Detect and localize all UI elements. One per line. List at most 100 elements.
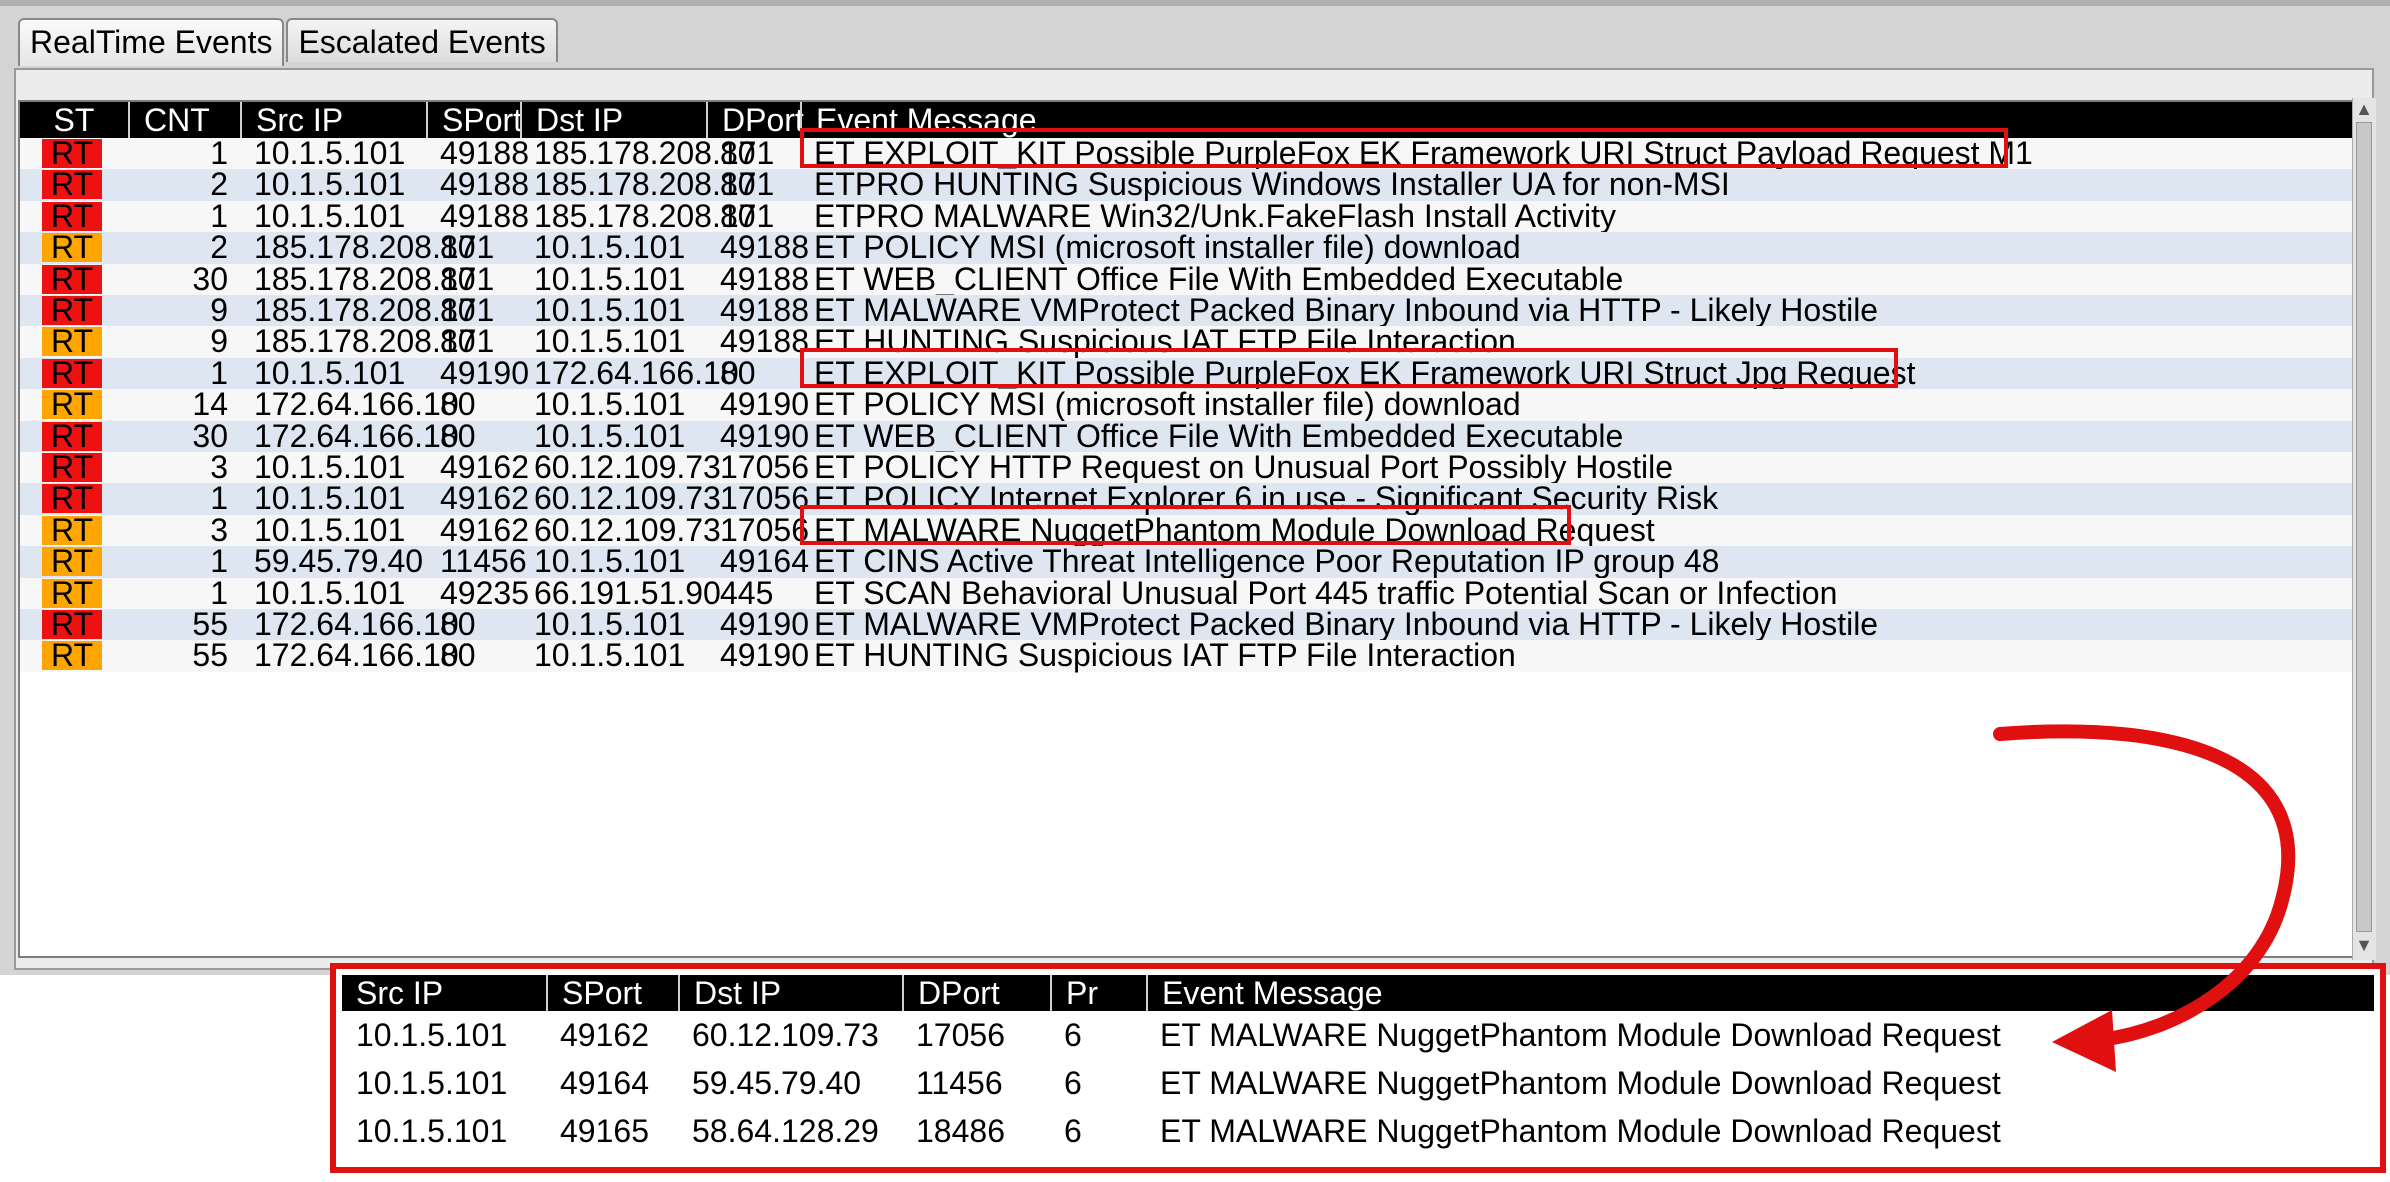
cell-dst-ip: 10.1.5.101 <box>534 260 686 297</box>
cell-event-message: ET POLICY HTTP Request on Unusual Port P… <box>814 449 1674 485</box>
scroll-down-icon[interactable]: ▼ <box>2353 934 2375 956</box>
scroll-up-icon[interactable]: ▲ <box>2353 98 2375 120</box>
table-row[interactable]: RT 55 172.64.166.10 80 10.1.5.101 49190 ET MAL… <box>20 606 2352 642</box>
status-badge: RT <box>42 420 102 452</box>
column-header-dst-ip[interactable]: Dst IP <box>520 102 706 138</box>
cell-src-ip: 10.1.5.101 <box>254 354 406 391</box>
table-row[interactable]: RT 2 10.1.5.101 49188 185.178.208.171 80 ETPRO… <box>20 166 2352 203</box>
cell-event-message: ET SCAN Behavioral Unusual Port 445 traf… <box>814 574 1838 611</box>
cell-sport: 49162 <box>440 449 529 485</box>
status-badge: RT <box>42 200 102 232</box>
cell-dport: 49164 <box>720 543 809 580</box>
cell-dport: 80 <box>720 166 756 203</box>
cell-cnt: 1 <box>210 543 228 580</box>
inset-column-header-sport[interactable]: SPort <box>546 975 678 1011</box>
inset-cell-pr: 6 <box>1064 1113 1082 1149</box>
cell-cnt: 2 <box>210 166 228 203</box>
cell-sport: 80 <box>440 386 476 423</box>
cell-sport: 80 <box>440 323 476 360</box>
scroll-thumb[interactable] <box>2356 122 2372 932</box>
cell-cnt: 1 <box>210 574 228 611</box>
inset-cell-sport: 49165 <box>560 1113 649 1149</box>
table-row[interactable]: RT 1 10.1.5.101 49188 185.178.208.171 80 ETPRO… <box>20 197 2352 234</box>
inset-column-header-event-message[interactable]: Event Message <box>1146 975 2374 1011</box>
inset-cell-dst-ip: 59.45.79.40 <box>692 1065 862 1101</box>
cell-src-ip: 172.64.166.10 <box>254 637 459 674</box>
cell-src-ip: 10.1.5.101 <box>254 197 406 234</box>
status-badge: RT <box>42 545 102 577</box>
inset-column-header-dst-ip[interactable]: Dst IP <box>678 975 902 1011</box>
cell-cnt: 55 <box>192 606 228 642</box>
cell-cnt: 2 <box>210 229 228 266</box>
cell-dport: 80 <box>720 197 756 234</box>
table-row[interactable]: RT 1 10.1.5.101 49235 66.191.51.90 445 ET SCAN… <box>20 574 2352 611</box>
inset-table-header: Src IP SPort Dst IP DPort Pr Event Message <box>342 975 2374 1011</box>
cell-event-message: ET MALWARE VMProtect Packed Binary Inbou… <box>814 606 1879 642</box>
cell-sport: 49162 <box>440 511 529 548</box>
cell-sport: 49190 <box>440 354 529 391</box>
cell-cnt: 1 <box>210 354 228 391</box>
inset-cell-dst-ip: 58.64.128.29 <box>692 1113 879 1149</box>
table-row[interactable]: RT 3 10.1.5.101 49162 60.12.109.73 17056 ET PO… <box>20 449 2352 485</box>
cell-src-ip: 10.1.5.101 <box>254 449 406 485</box>
cell-cnt: 9 <box>210 323 228 360</box>
nuggetphantom-alerts-inset: Src IP SPort Dst IP DPort Pr Event Message 10… <box>330 963 2386 1173</box>
cell-dport: 80 <box>720 135 756 171</box>
table-row[interactable]: RT 1 59.45.79.40 11456 10.1.5.101 49164 ET CIN… <box>20 543 2352 580</box>
cell-src-ip: 59.45.79.40 <box>254 543 424 580</box>
inset-column-header-src-ip[interactable]: Src IP <box>342 975 546 1011</box>
table-row[interactable]: RT 14 172.64.166.10 80 10.1.5.101 49190 ET POL… <box>20 386 2352 423</box>
cell-event-message: ET WEB_CLIENT Office File With Embedded … <box>814 260 1624 297</box>
cell-dport: 49190 <box>720 417 809 454</box>
cell-cnt: 9 <box>210 292 228 328</box>
cell-event-message: ETPRO MALWARE Win32/Unk.FakeFlash Instal… <box>814 197 1616 234</box>
cell-cnt: 30 <box>192 417 228 454</box>
inset-cell-event-message: ET MALWARE NuggetPhantom Module Download… <box>1160 1113 2001 1149</box>
inset-cell-dport: 17056 <box>916 1017 1005 1053</box>
cell-sport: 49188 <box>440 197 529 234</box>
cell-sport: 80 <box>440 417 476 454</box>
cell-src-ip: 172.64.166.10 <box>254 386 459 423</box>
column-header-sport[interactable]: SPort <box>426 102 522 138</box>
cell-dst-ip: 10.1.5.101 <box>534 292 686 328</box>
table-row[interactable]: RT 30 185.178.208.171 80 10.1.5.101 49188 ET W… <box>20 260 2352 297</box>
tab-escalated-events[interactable]: Escalated Events <box>286 18 558 62</box>
inset-column-header-dport[interactable]: DPort <box>902 975 1050 1011</box>
status-badge: RT <box>42 168 102 200</box>
cell-sport: 49162 <box>440 480 529 517</box>
cell-src-ip: 10.1.5.101 <box>254 511 406 548</box>
status-badge: RT <box>42 639 102 671</box>
inset-table-row[interactable]: 10.1.5.101 49165 58.64.128.29 18486 6 ET MALW… <box>342 1107 2374 1155</box>
inset-column-header-pr[interactable]: Pr <box>1050 975 1146 1011</box>
vertical-scrollbar[interactable]: ▲ ▼ <box>2352 98 2376 960</box>
cell-src-ip: 10.1.5.101 <box>254 574 406 611</box>
cell-dport: 49188 <box>720 260 809 297</box>
inset-table-row[interactable]: 10.1.5.101 49164 59.45.79.40 11456 6 ET MALWA… <box>342 1059 2374 1107</box>
column-header-src-ip[interactable]: Src IP <box>240 102 426 138</box>
highlight-box <box>800 128 2008 168</box>
inset-cell-dport: 11456 <box>916 1065 1003 1101</box>
table-row[interactable]: RT 55 172.64.166.10 80 10.1.5.101 49190 ET HUN… <box>20 637 2352 674</box>
cell-sport: 80 <box>440 260 476 297</box>
inset-cell-pr: 6 <box>1064 1017 1082 1053</box>
cell-cnt: 1 <box>210 197 228 234</box>
inset-cell-src-ip: 10.1.5.101 <box>356 1017 508 1053</box>
inset-table-row[interactable]: 10.1.5.101 49162 60.12.109.73 17056 6 ET MALW… <box>342 1011 2374 1059</box>
column-header-st[interactable]: ST <box>20 102 128 138</box>
table-row[interactable]: RT 2 185.178.208.171 80 10.1.5.101 49188 ET PO… <box>20 229 2352 266</box>
table-row[interactable]: RT 9 185.178.208.171 80 10.1.5.101 49188 ET MA… <box>20 292 2352 328</box>
status-badge: RT <box>42 263 102 295</box>
tab-realtime-events[interactable]: RealTime Events <box>18 18 285 66</box>
column-header-dport[interactable]: DPort <box>706 102 804 138</box>
inset-cell-event-message: ET MALWARE NuggetPhantom Module Download… <box>1160 1065 2001 1101</box>
cell-dport: 17056 <box>720 449 809 485</box>
cell-event-message: ET WEB_CLIENT Office File With Embedded … <box>814 417 1624 454</box>
inset-cell-sport: 49164 <box>560 1065 649 1101</box>
column-header-cnt[interactable]: CNT <box>128 102 240 138</box>
cell-dst-ip: 60.12.109.73 <box>534 511 721 548</box>
cell-event-message: ET CINS Active Threat Intelligence Poor … <box>814 543 1720 580</box>
status-badge: RT <box>42 357 102 389</box>
cell-dport: 49190 <box>720 386 809 423</box>
table-row[interactable]: RT 30 172.64.166.10 80 10.1.5.101 49190 ET WEB… <box>20 417 2352 454</box>
cell-cnt: 1 <box>210 480 228 517</box>
